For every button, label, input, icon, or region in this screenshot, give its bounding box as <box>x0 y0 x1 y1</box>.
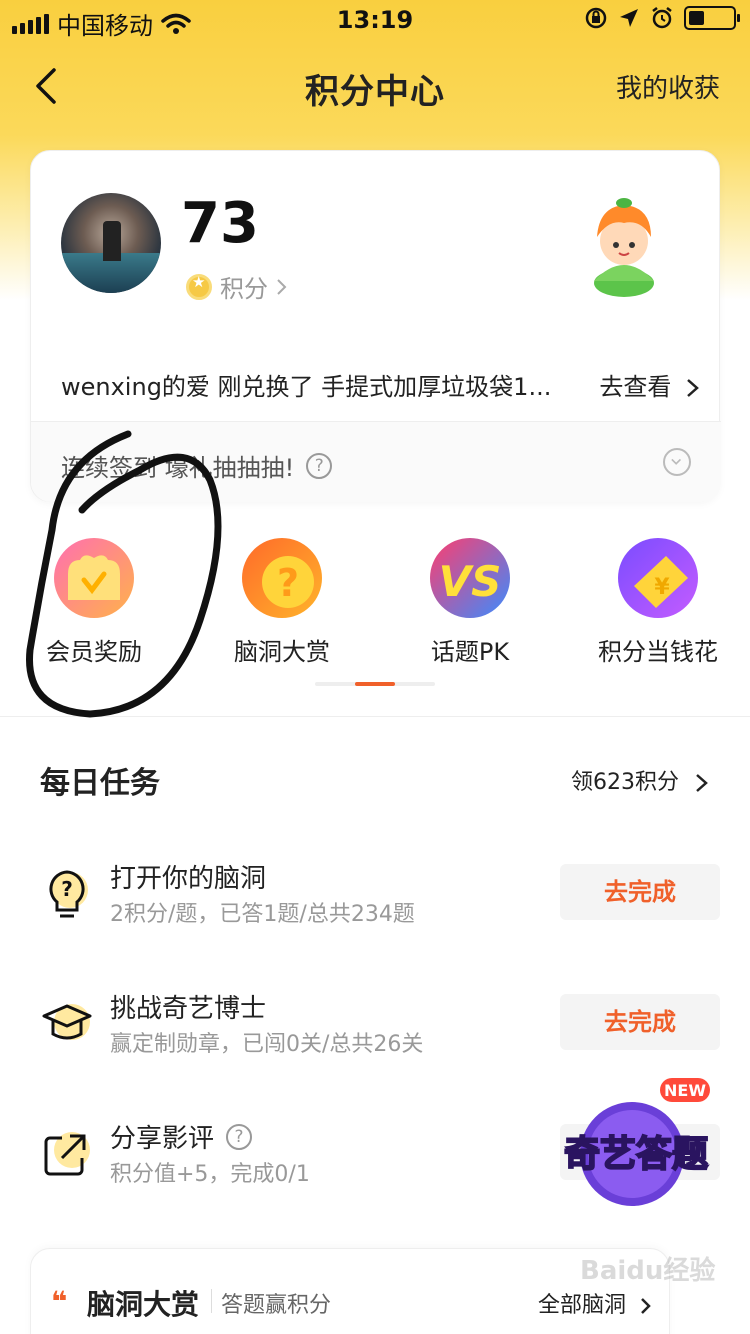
task-complete-button[interactable]: 去完成 <box>560 994 720 1050</box>
view-link-label: 去查看 <box>599 373 672 401</box>
rotation-lock-icon <box>585 7 607 29</box>
brain-hole-title: 脑洞大赏 <box>87 1288 200 1321</box>
help-icon[interactable]: ? <box>306 452 333 479</box>
lightbulb-question-icon: ? <box>49 870 88 918</box>
new-label: NEW <box>664 1081 706 1100</box>
feature-grid: 会员奖励 ? 脑洞大赏 VS 话题PK ¥ 积分当钱花 <box>0 538 750 668</box>
watermark: Baidu经验 <box>580 1256 716 1286</box>
sign-in-text: 连续签到 壕礼抽抽抽! <box>61 454 295 482</box>
vip-reward-icon <box>54 538 134 618</box>
exchange-notice[interactable]: wenxing的爱 刚兑换了 手提式加厚垃圾袋1... 去查看 <box>61 367 701 402</box>
vs-icon: VS <box>430 538 510 618</box>
points-link[interactable]: 积分 <box>186 269 288 304</box>
divider <box>0 716 750 717</box>
question-icon: ? <box>242 538 322 618</box>
task-desc: 赢定制勋章，已闯0关/总共26关 <box>110 1032 424 1057</box>
chevron-right-icon <box>687 379 699 397</box>
claim-points-label: 领623积分 <box>571 770 679 795</box>
avatar[interactable] <box>61 193 161 293</box>
divider <box>211 1289 212 1313</box>
mascot-icon <box>594 198 654 297</box>
task-name: 打开你的脑洞 <box>110 864 267 894</box>
feature-topic-pk[interactable]: VS 话题PK <box>376 538 564 667</box>
points-value: 73 <box>181 191 259 256</box>
daily-tasks-title: 每日任务 <box>40 766 160 801</box>
sign-in-row[interactable]: 连续签到 壕礼抽抽抽! ? <box>31 422 721 502</box>
battery-icon <box>684 6 740 30</box>
page-indicator <box>315 682 435 686</box>
svg-text:?: ? <box>277 561 299 605</box>
feature-label: 话题PK <box>430 638 510 666</box>
coupon-icon: ¥ <box>618 538 698 618</box>
help-icon[interactable]: ? <box>226 1123 253 1150</box>
qiyi-badge-text: 奇艺答题 <box>564 1134 708 1175</box>
chevron-down-icon[interactable] <box>663 448 691 476</box>
brain-hole-card: ❝ 脑洞大赏 答题赢积分 全部脑洞 <box>30 1248 670 1334</box>
task-row: ? 打开你的脑洞 2积分/题，已答1题/总共234题 去完成 <box>0 858 750 948</box>
notice-text: wenxing的爱 刚兑换了 手提式加厚垃圾袋1... <box>61 373 552 401</box>
my-harvest-link[interactable]: 我的收获 <box>616 68 720 105</box>
task-desc: 积分值+5，完成0/1 <box>110 1162 310 1187</box>
feature-label: 积分当钱花 <box>598 638 718 666</box>
chevron-right-icon <box>641 1298 651 1314</box>
task-desc: 2积分/题，已答1题/总共234题 <box>110 902 415 927</box>
quote-icon: ❝ <box>51 1285 68 1318</box>
coin-icon <box>186 273 212 300</box>
all-brain-holes-link[interactable]: 全部脑洞 <box>538 1287 653 1319</box>
graduation-cap-icon <box>42 1004 92 1040</box>
task-row: 挑战奇艺博士 赢定制勋章，已闯0关/总共26关 去完成 <box>0 988 750 1078</box>
chevron-right-icon <box>277 278 287 295</box>
feature-vip-reward[interactable]: 会员奖励 <box>0 538 188 667</box>
feature-label: 脑洞大赏 <box>234 638 330 666</box>
chevron-right-icon <box>696 774 708 792</box>
qiyi-quiz-badge[interactable]: NEW 奇艺答题 <box>556 1078 716 1208</box>
svg-text:VS: VS <box>439 557 502 606</box>
all-brain-holes-label: 全部脑洞 <box>537 1293 626 1318</box>
feature-label: 会员奖励 <box>46 638 142 666</box>
nav-bar: 积分中心 我的收获 <box>0 50 750 120</box>
view-link[interactable]: 去查看 <box>599 367 701 402</box>
points-card: 73 积分 wenxing的爱 刚兑换了 手提式加厚垃圾袋1... 去查看 连续… <box>30 150 721 502</box>
task-name: 挑战奇艺博士 <box>110 994 267 1024</box>
svg-text:?: ? <box>61 877 73 901</box>
page-indicator-active <box>355 682 395 686</box>
points-label: 积分 <box>220 275 268 303</box>
alarm-icon <box>652 7 672 29</box>
location-icon <box>620 9 638 27</box>
feature-points-as-money[interactable]: ¥ 积分当钱花 <box>564 538 750 667</box>
task-complete-button[interactable]: 去完成 <box>560 864 720 920</box>
claim-points-link[interactable]: 领623积分 <box>571 764 710 796</box>
svg-text:¥: ¥ <box>654 575 670 600</box>
status-bar: 中国移动 13:19 <box>0 0 750 40</box>
share-icon <box>44 1132 90 1176</box>
brain-hole-subtitle: 答题赢积分 <box>221 1293 332 1318</box>
task-name: 分享影评 <box>110 1124 215 1154</box>
feature-brain-hole[interactable]: ? 脑洞大赏 <box>188 538 376 667</box>
